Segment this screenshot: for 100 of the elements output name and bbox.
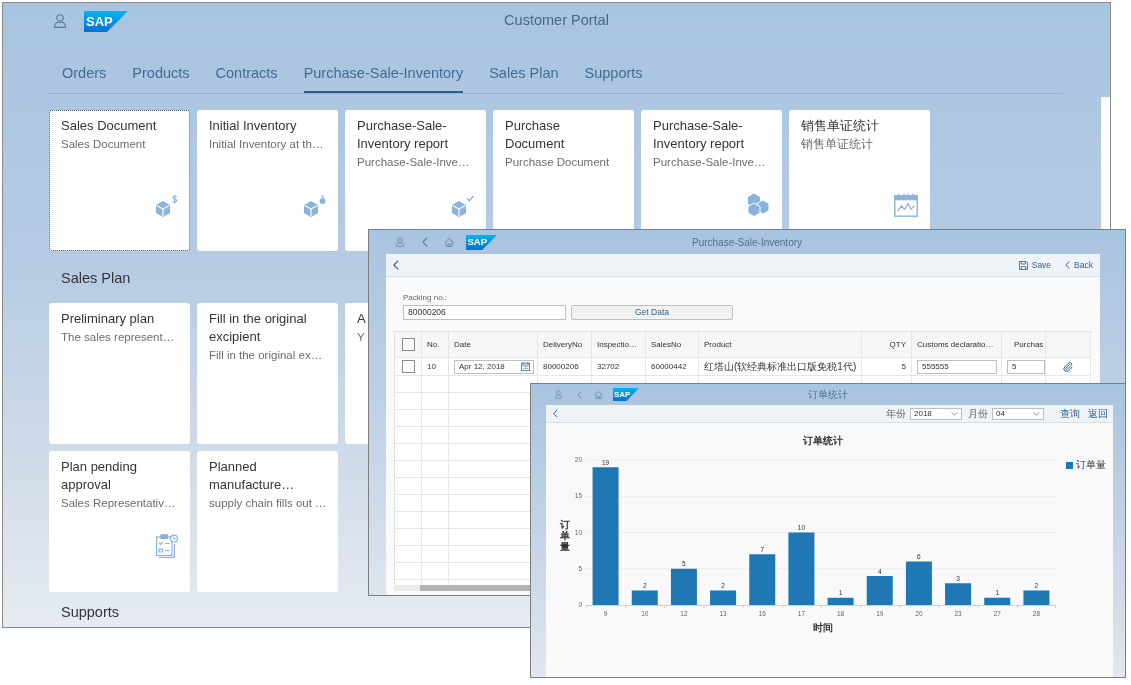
tile-title: 销售单证统计 [801, 117, 879, 135]
back-button[interactable]: Back [1065, 258, 1093, 272]
tile-title: Preliminary plan [61, 310, 155, 328]
legend-label: 订单量 [1076, 459, 1106, 471]
table-cell: 5 [862, 358, 912, 376]
home-icon[interactable] [594, 390, 603, 399]
calendar-chart-icon [894, 193, 918, 217]
column-header[interactable]: DeliveryNo [538, 332, 592, 358]
text-field[interactable]: 5 [1007, 359, 1045, 374]
tile[interactable]: Initial Inventory Initial Inventory at th… [197, 110, 338, 251]
save-button[interactable]: Save [1018, 258, 1052, 272]
bar [631, 590, 658, 605]
tile[interactable]: Preliminary plan The sales represent… [49, 303, 190, 444]
chevron-left-icon[interactable] [1065, 261, 1071, 269]
tile-title: A [357, 310, 366, 328]
tile-title: Purchase-Sale-Inventory report [357, 117, 450, 153]
checkbox[interactable] [401, 338, 415, 351]
packing-field[interactable]: 80000206 [403, 305, 566, 320]
bar [984, 597, 1011, 605]
chart-title: 订单统计 [802, 435, 844, 447]
column-header[interactable]: Customs declaratio… [912, 332, 1002, 358]
paperclip-icon[interactable] [1063, 361, 1073, 372]
tile[interactable]: Plan pending approval Sales Representativ… [49, 451, 190, 592]
chevron-left-icon[interactable] [553, 409, 558, 418]
window-title: Customer Portal [504, 11, 609, 31]
person-icon[interactable] [54, 14, 66, 28]
logo: SAP [84, 10, 128, 32]
hexagons-icon [746, 193, 770, 217]
bar [905, 561, 932, 605]
person-icon[interactable] [396, 237, 404, 247]
axis-title: 时间 [812, 622, 834, 634]
field-label: 年份 [886, 407, 906, 420]
table-cell: 32702 [592, 358, 646, 376]
table-cell: 红塔山(软经典标准出口版免税1代) [699, 358, 862, 376]
bar [749, 554, 776, 605]
bar [1023, 590, 1050, 605]
bar [866, 576, 893, 605]
logo: SAP [466, 234, 497, 250]
tile-subtitle: Sales Representativ… [61, 496, 176, 511]
logo: SAP [613, 388, 639, 401]
tile-subtitle: 销售单证统计 [801, 137, 873, 152]
bar [945, 583, 972, 605]
year-select[interactable]: 2018 [910, 407, 962, 420]
calendar-icon[interactable] [521, 362, 530, 371]
clipboard-clock-icon [156, 534, 178, 558]
tile-subtitle: Purchase Document [505, 155, 610, 170]
tile-subtitle: The sales represent… [61, 330, 175, 345]
tile-title: Initial Inventory [209, 117, 297, 135]
bar [710, 590, 737, 605]
cube-bag-icon [302, 195, 326, 217]
column-header[interactable]: Purchas [1002, 332, 1046, 358]
table-cell: 80000206 [538, 358, 592, 376]
table-cell: 10 [422, 358, 449, 376]
person-icon[interactable] [555, 390, 562, 399]
tile-subtitle: Purchase-Sale-Inve… [653, 155, 766, 170]
tile-subtitle: supply chain fills out … [209, 496, 327, 511]
tile-title: Purchase Document [505, 117, 566, 153]
tile-subtitle: Fill in the original ex… [209, 348, 323, 363]
checkbox[interactable] [401, 360, 415, 373]
section-title: Supports [61, 603, 120, 622]
save-icon [1018, 260, 1028, 270]
tile-title: Purchase-Sale-Inventory report [653, 117, 746, 153]
tile[interactable]: Fill in the original excipient Fill in the original ex… [197, 303, 338, 444]
text-field[interactable]: 555555 [917, 359, 997, 374]
tile-subtitle: Sales Document [61, 137, 146, 152]
month-select[interactable]: 04 [992, 407, 1044, 420]
section-title: Sales Plan [61, 269, 131, 288]
tile[interactable]: Sales Document Sales Document [49, 110, 190, 251]
cube-check-icon [450, 195, 474, 217]
table-cell: 60000442 [646, 358, 699, 376]
column-header[interactable]: No. [422, 332, 449, 358]
home-icon[interactable] [444, 237, 454, 247]
field-label: Packing no.: [403, 292, 448, 303]
query-button[interactable]: 查询 [1060, 407, 1080, 420]
column-header[interactable]: QTY [862, 332, 912, 358]
column-header[interactable]: Product [699, 332, 862, 358]
column-header[interactable]: SalesNo [646, 332, 699, 358]
bar [670, 568, 697, 605]
chevron-left-icon[interactable] [422, 237, 428, 247]
tile-title: Plan pending approval [61, 458, 138, 494]
chevron-down-icon [1033, 411, 1040, 416]
back-button[interactable]: 返回 [1088, 407, 1108, 420]
column-header[interactable]: Date [449, 332, 538, 358]
bar [827, 597, 854, 605]
get-data-button[interactable]: Get Data [571, 305, 733, 320]
tile-title: Planned manufacture… [209, 458, 296, 494]
chevron-left-icon[interactable] [393, 260, 399, 270]
cube-dollar-icon [154, 195, 178, 217]
window-title: 订单统计 [808, 388, 848, 402]
date-field[interactable]: Apr 12, 2018 [454, 359, 534, 374]
tile[interactable]: Planned manufacture… supply chain fills out … [197, 451, 338, 592]
tile-subtitle: Initial Inventory at th… [209, 137, 324, 152]
tile-subtitle: Purchase-Sale-Inve… [357, 155, 470, 170]
tile-title: Sales Document [61, 117, 157, 135]
chevron-down-icon [951, 411, 958, 416]
field-label: 月份 [968, 407, 988, 420]
column-header[interactable]: Inspectio… [592, 332, 646, 358]
tile-title: Fill in the original excipient [209, 310, 308, 346]
tile-subtitle: Y [357, 330, 365, 345]
axis-title: 订单量 [560, 518, 570, 552]
